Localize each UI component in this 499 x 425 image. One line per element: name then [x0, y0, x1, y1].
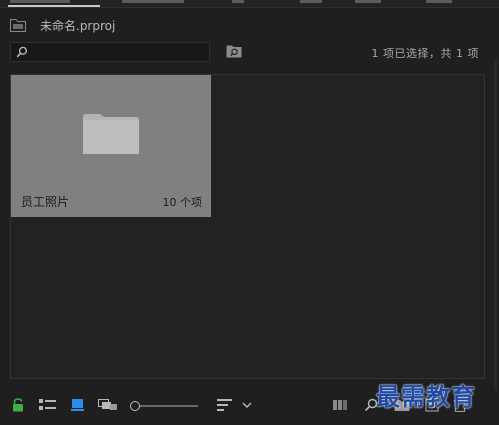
icon-view-icon[interactable]	[71, 398, 85, 412]
panel-scrollbar[interactable]	[494, 60, 497, 390]
tab-media-browser[interactable]	[122, 0, 184, 3]
bin-tile[interactable]: 员工照片 10 个项	[11, 75, 211, 217]
new-search-bin-icon[interactable]	[226, 44, 242, 58]
tab-markers[interactable]	[426, 0, 452, 3]
zoom-slider-handle[interactable]	[130, 401, 140, 411]
tab-libraries[interactable]	[232, 0, 244, 3]
freeform-view-icon[interactable]	[98, 398, 118, 412]
search-input[interactable]	[33, 44, 207, 60]
bin-item-count: 10 个项	[162, 196, 203, 209]
sort-icon[interactable]	[217, 398, 233, 412]
lock-icon[interactable]	[12, 398, 24, 412]
project-file-icon	[10, 18, 26, 32]
selection-status: 1 项已选择，共 1 项	[371, 47, 479, 60]
zoom-slider-track[interactable]	[138, 405, 198, 407]
watermark-logo: 最需教育	[376, 382, 476, 411]
list-view-icon[interactable]	[39, 398, 57, 412]
active-tab-indicator	[8, 5, 100, 7]
bin-icon-view[interactable]: 员工照片 10 个项	[10, 74, 485, 379]
bin-name: 员工照片	[21, 195, 70, 209]
project-name: 未命名.prproj	[40, 18, 116, 33]
tab-project[interactable]	[10, 0, 70, 3]
tab-effects[interactable]	[355, 0, 381, 3]
search-icon	[16, 46, 28, 58]
project-header: 未命名.prproj	[10, 16, 115, 34]
chevron-down-icon[interactable]	[242, 398, 252, 412]
tab-info[interactable]	[300, 0, 322, 3]
search-box[interactable]	[10, 42, 210, 62]
project-panel: 未命名.prproj 1 项已选择，共 1 项 员工照片 10 个项 最需教育	[0, 0, 499, 425]
automate-to-sequence-icon[interactable]	[333, 398, 349, 412]
folder-icon	[83, 114, 139, 154]
panel-tab-strip	[0, 0, 499, 8]
